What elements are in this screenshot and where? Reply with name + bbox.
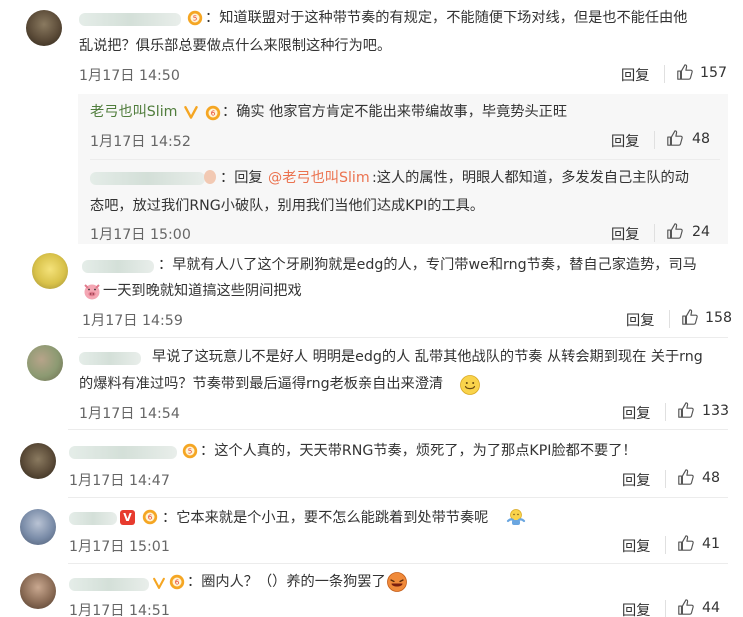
pig-emoji-icon [84,284,100,300]
username[interactable] [82,260,154,273]
divider [664,65,665,83]
reply-button[interactable]: 回复 [611,224,639,244]
vip-badge-icon: 6 [169,574,185,590]
avatar[interactable] [32,253,68,289]
divider [68,429,728,430]
comment-text: 乱说把？俱乐部总要做点什么来限制这种行为吧。 [79,38,392,54]
like-count: 48 [702,470,721,486]
like-count: 41 [702,536,721,552]
like-count: 133 [702,403,730,419]
thumb-up-icon[interactable] [677,468,695,486]
comment-text: ：圈内人？（）养的一条狗罢了 [187,574,386,590]
avatar[interactable] [27,345,63,381]
divider [665,600,666,617]
username[interactable] [69,512,117,525]
divider [665,536,666,554]
like-count: 48 [692,131,711,147]
divider [654,131,655,149]
verified-v-icon [153,577,165,589]
timestamp: 1月17日 14:59 [82,313,183,329]
thumb-up-icon[interactable] [681,308,699,326]
username[interactable] [69,578,149,591]
username[interactable] [79,352,141,365]
timestamp: 1月17日 14:51 [69,603,170,617]
thumb-up-icon[interactable] [666,129,684,147]
comment-text: ：早就有人八了这个牙刷狗就是edg的人，专门带we和rng节奏，替自己家造势，司… [158,257,697,273]
vip-badge-icon: 6 [142,509,158,525]
divider [654,224,655,242]
username[interactable] [90,172,205,185]
verified-v-icon: V [120,510,135,525]
username[interactable] [69,446,177,459]
comment-text: :这人的属性，明眼人都知道，多发发自己主队的动 [372,170,689,186]
comment-text: ：确实 他家官方肯定不能出来带编故事，毕竟势头正旺 [222,104,568,120]
smile-emoji-icon [460,375,480,395]
thumb-up-icon[interactable] [677,534,695,552]
svg-text:5: 5 [188,447,193,456]
avatar[interactable] [20,509,56,545]
shrug-emoji-icon [506,509,526,525]
avatar[interactable] [20,573,56,609]
username[interactable]: 老弓也叫Slim [90,100,177,125]
like-count: 157 [700,65,728,81]
vip-badge-icon: 6 [205,105,221,121]
thumb-up-icon[interactable] [677,401,695,419]
like-count: 44 [702,600,721,616]
thumb-up-icon[interactable] [676,63,694,81]
reply-button[interactable]: 回复 [622,403,650,423]
divider [665,403,666,421]
mention-link[interactable]: @老弓也叫Slim [268,166,370,191]
timestamp: 1月17日 14:54 [79,406,180,422]
divider [68,497,728,498]
verified-v-icon [184,106,198,119]
comment-text: 的爆料有准过吗？节奏带到最后逼得rng老板亲自出来澄清 [79,376,444,392]
thumb-up-icon[interactable] [677,598,695,616]
comment-text: ：这个人真的，天天带RNG节奏，烦死了，为了那点KPI脸都不要了！ [200,443,637,459]
timestamp: 1月17日 14:47 [69,473,170,489]
divider [78,337,728,338]
reply-button[interactable]: 回复 [621,65,649,85]
comment-text: 态吧，放过我们RNG小破队，别用我们当他们达成KPI的工具。 [90,198,485,214]
timestamp: 1月17日 15:00 [90,227,191,243]
svg-text:6: 6 [148,513,153,522]
divider [665,470,666,488]
reply-button[interactable]: 回复 [622,536,650,556]
svg-text:5: 5 [193,14,198,23]
comment-text: ：知道联盟对于这种带节奏的有规定，不能随便下场对线，但是也不能任由他 [205,10,688,26]
reply-button[interactable]: 回复 [626,310,654,330]
timestamp: 1月17日 14:52 [90,134,191,150]
like-count: 24 [692,224,711,240]
reply-button[interactable]: 回复 [622,600,650,617]
like-count: 158 [705,310,733,326]
reply-button[interactable]: 回复 [611,131,639,151]
avatar[interactable] [20,443,56,479]
avatar-small [204,170,216,184]
comment-prefix: ：回复 [220,170,263,186]
comment-text: 一天到晚就知道搞这些阴间把戏 [103,283,302,299]
vip-badge-icon: 5 [182,443,198,459]
svg-text:6: 6 [175,578,180,587]
username[interactable] [79,13,181,26]
vip-badge-icon: 5 [187,10,203,26]
timestamp: 1月17日 14:50 [79,68,180,84]
thumb-up-icon[interactable] [666,222,684,240]
laugh-emoji-icon [387,572,407,592]
comment-text: 早说了这玩意儿不是好人 明明是edg的人 乱带其他战队的节奏 从转会期到现在 关… [152,349,703,365]
timestamp: 1月17日 15:01 [69,539,170,555]
avatar[interactable] [26,10,62,46]
divider [669,310,670,328]
divider [68,563,728,564]
reply-button[interactable]: 回复 [622,470,650,490]
svg-text:6: 6 [211,109,216,118]
comment-text: ：它本来就是个小丑，要不怎么能跳着到处带节奏呢 [162,510,489,526]
divider [90,159,720,160]
